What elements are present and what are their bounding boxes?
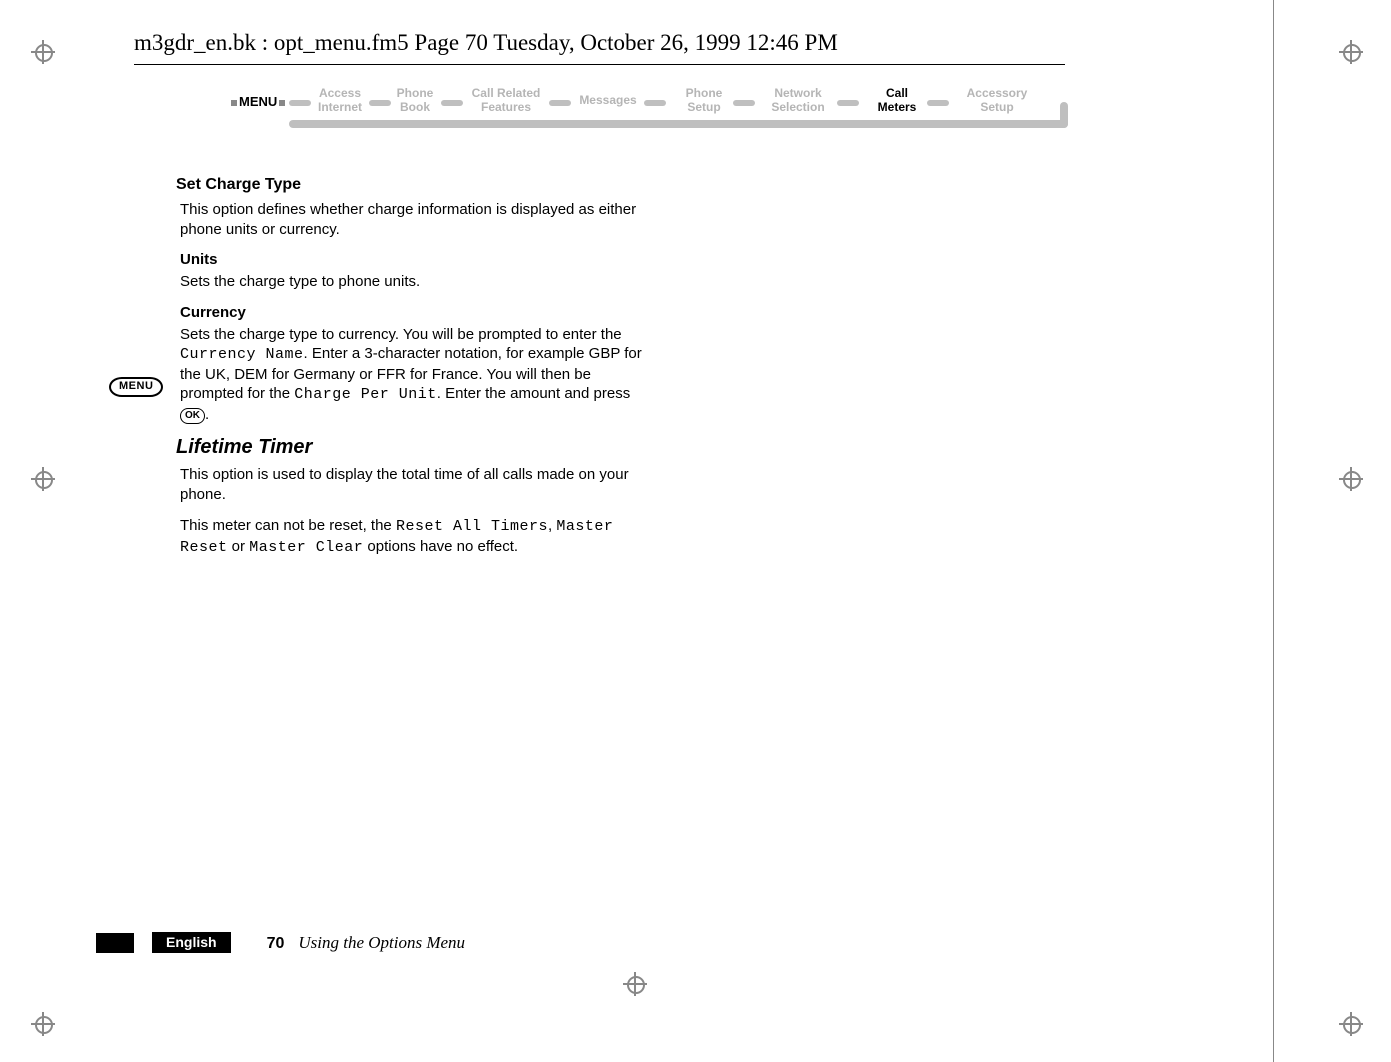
subheading-units: Units <box>180 251 642 268</box>
menu-connector-icon <box>733 100 755 106</box>
registration-mark-icon <box>1339 40 1363 64</box>
text: Sets the charge type to currency. You wi… <box>180 326 622 343</box>
lcd-master-clear: Master Clear <box>249 539 363 556</box>
menu-item-line2: Meters <box>878 100 917 114</box>
menu-item-line1: Network <box>774 86 821 100</box>
menu-connector-icon <box>289 100 311 106</box>
menu-item-access-internet: Access Internet <box>311 86 369 114</box>
menu-item-line2: Selection <box>771 100 824 114</box>
menu-connector-icon <box>927 100 949 106</box>
menu-breadcrumb-banner: MENU Access Internet Phone Book Call Rel… <box>229 86 1068 146</box>
menu-connector-icon <box>644 100 666 106</box>
subheading-currency: Currency <box>180 304 642 321</box>
text: . Enter the amount and press <box>437 385 630 402</box>
registration-mark-icon <box>623 972 647 996</box>
menu-item-line1: Call Related <box>472 86 541 100</box>
menu-connector-icon <box>837 100 859 106</box>
ok-button-icon: OK <box>180 408 205 424</box>
text: or <box>228 538 250 555</box>
registration-mark-icon <box>1339 467 1363 491</box>
paragraph-units: Sets the charge type to phone units. <box>180 272 642 292</box>
menu-item-line1: Access <box>319 86 361 100</box>
menu-track <box>289 120 1068 128</box>
heading-lifetime-timer: Lifetime Timer <box>176 436 642 459</box>
lcd-reset-all-timers: Reset All Timers <box>396 518 548 535</box>
text: options have no effect. <box>363 538 518 555</box>
menu-item-line1: Call <box>886 86 908 100</box>
menu-item-call-meters: Call Meters <box>869 86 925 114</box>
menu-item-network-selection: Network Selection <box>763 86 833 114</box>
section-title: Using the Options Menu <box>298 933 465 953</box>
menu-item-line2: Features <box>481 100 531 114</box>
menu-connector-icon <box>549 100 571 106</box>
footer-language-badge: English <box>152 932 231 953</box>
header-rule <box>134 64 1065 65</box>
menu-item-call-related-features: Call Related Features <box>463 86 549 114</box>
menu-item-line2: Book <box>400 100 430 114</box>
registration-mark-icon <box>31 40 55 64</box>
menu-item-line2: Setup <box>687 100 720 114</box>
body-column: Set Charge Type This option defines whet… <box>180 176 642 569</box>
menu-track-end <box>1060 102 1068 128</box>
paragraph-lifetime-1: This option is used to display the total… <box>180 465 642 504</box>
menu-badge-icon: MENU <box>109 377 163 397</box>
menu-item-line2: Setup <box>980 100 1013 114</box>
menu-item-line1: Phone <box>397 86 434 100</box>
paragraph-set-charge-type: This option defines whether charge infor… <box>180 200 642 239</box>
lcd-currency-name: Currency Name <box>180 346 304 363</box>
registration-mark-icon <box>31 1012 55 1036</box>
lcd-charge-per-unit: Charge Per Unit <box>294 386 437 403</box>
menu-item-line1: Accessory <box>967 86 1028 100</box>
text: . <box>205 406 209 423</box>
registration-mark-icon <box>31 467 55 491</box>
menu-item-messages: Messages <box>573 93 643 107</box>
menu-item-line1: Messages <box>579 93 636 107</box>
heading-set-charge-type: Set Charge Type <box>176 176 642 194</box>
menu-item-phone-book: Phone Book <box>391 86 439 114</box>
menu-item-phone-setup: Phone Setup <box>679 86 729 114</box>
menu-item-line1: Phone <box>686 86 723 100</box>
registration-mark-icon <box>1339 1012 1363 1036</box>
page-number: 70 <box>267 935 285 953</box>
menu-connector-icon <box>369 100 391 106</box>
menu-root-label: MENU <box>229 94 287 109</box>
page-header-line: m3gdr_en.bk : opt_menu.fm5 Page 70 Tuesd… <box>134 30 838 56</box>
text: This meter can not be reset, the <box>180 517 396 534</box>
paragraph-lifetime-2: This meter can not be reset, the Reset A… <box>180 516 642 557</box>
paragraph-currency: Sets the charge type to currency. You wi… <box>180 325 642 425</box>
menu-item-line2: Internet <box>318 100 362 114</box>
menu-item-accessory-setup: Accessory Setup <box>959 86 1035 114</box>
footer-tab-icon <box>96 933 134 953</box>
crop-line-right <box>1273 0 1274 1062</box>
menu-connector-icon <box>441 100 463 106</box>
page-footer: English 70 Using the Options Menu <box>96 932 465 953</box>
